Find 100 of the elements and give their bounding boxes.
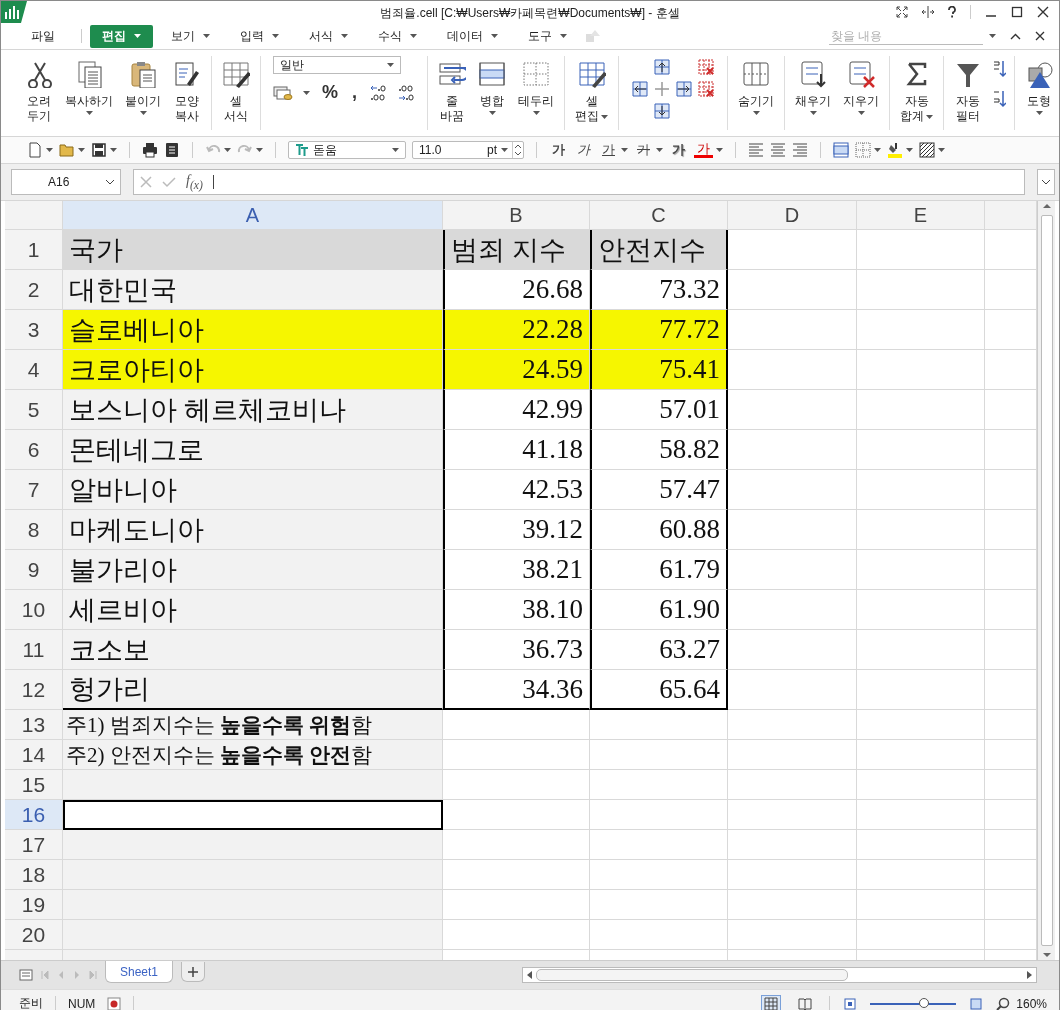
shape-button[interactable]: 도형	[1019, 56, 1060, 130]
table-cell[interactable]	[857, 890, 985, 920]
align-right-icon[interactable]	[792, 142, 808, 158]
fill-color-icon[interactable]	[887, 142, 903, 158]
caret-icon[interactable]	[938, 148, 945, 152]
cell-format-button[interactable]: 셀 서식	[216, 56, 256, 130]
table-cell[interactable]	[857, 740, 985, 770]
new-file-icon[interactable]	[27, 142, 43, 158]
expand-button[interactable]	[1037, 169, 1055, 195]
row-header[interactable]: 14	[5, 740, 63, 770]
table-cell[interactable]	[63, 860, 443, 890]
row-header[interactable]: 10	[5, 590, 63, 630]
caret-icon[interactable]	[303, 90, 310, 95]
last-sheet-icon[interactable]	[89, 971, 97, 979]
table-cell[interactable]	[728, 770, 857, 800]
table-cell[interactable]: 41.18	[443, 430, 590, 470]
table-cell[interactable]: 안전지수	[590, 230, 728, 270]
table-cell[interactable]: 크로아티아	[63, 350, 443, 390]
slider-thumb[interactable]	[918, 997, 929, 1008]
row-header[interactable]: 8	[5, 510, 63, 550]
font-color-button[interactable]: 가	[694, 142, 713, 158]
border-button[interactable]: 테두리	[512, 56, 561, 130]
table-cell[interactable]	[728, 860, 857, 890]
row-header[interactable]: 16	[5, 800, 63, 830]
align-center-icon[interactable]	[770, 142, 786, 158]
row-header[interactable]: 1	[5, 230, 63, 270]
menu-item[interactable]: 파일	[19, 24, 67, 48]
table-cell[interactable]	[728, 890, 857, 920]
table-cell[interactable]: 알바니아	[63, 470, 443, 510]
active-cell[interactable]	[63, 800, 443, 830]
table-cell[interactable]	[728, 310, 857, 350]
horizontal-scrollbar[interactable]	[522, 967, 1037, 983]
delete-column-icon[interactable]	[698, 81, 715, 97]
format-painter-button[interactable]: 모양 복사	[167, 56, 207, 130]
table-cell[interactable]	[728, 470, 857, 510]
table-cell[interactable]	[857, 710, 985, 740]
caret-icon[interactable]	[874, 148, 881, 152]
caret-icon[interactable]	[656, 148, 663, 152]
table-cell[interactable]	[728, 350, 857, 390]
confirm-icon[interactable]	[162, 176, 176, 188]
prev-sheet-icon[interactable]	[57, 971, 65, 979]
caret-icon[interactable]	[110, 148, 117, 152]
insert-column-left-icon[interactable]	[632, 81, 649, 97]
caret-icon[interactable]	[906, 148, 913, 152]
table-cell[interactable]: 38.21	[443, 550, 590, 590]
shadow-button[interactable]: 가	[669, 141, 688, 159]
table-cell[interactable]: 슬로베니아	[63, 310, 443, 350]
table-cell[interactable]	[443, 710, 590, 740]
row-header[interactable]: 20	[5, 920, 63, 950]
insert-column-right-icon[interactable]	[676, 81, 693, 97]
sort-descending-icon[interactable]	[992, 90, 1007, 108]
currency-icon[interactable]	[273, 84, 293, 101]
column-header[interactable]: C	[590, 201, 728, 230]
table-cell[interactable]	[728, 670, 857, 710]
menu-item[interactable]: 편집	[90, 24, 153, 48]
first-sheet-icon[interactable]	[41, 971, 49, 979]
table-cell[interactable]: 헝가리	[63, 670, 443, 710]
vertical-scrollbar[interactable]	[1037, 201, 1055, 960]
table-cell[interactable]	[728, 830, 857, 860]
column-header[interactable]: B	[443, 201, 590, 230]
table-cell[interactable]	[443, 890, 590, 920]
cell-reference-box[interactable]: A16	[11, 169, 121, 195]
bold-button[interactable]: 가	[549, 141, 568, 159]
record-macro-icon[interactable]	[107, 996, 122, 1010]
sheet-tab[interactable]: Sheet1	[105, 961, 174, 983]
scissors-button[interactable]: 오려 두기	[19, 56, 59, 130]
table-cell[interactable]	[857, 830, 985, 860]
table-cell[interactable]	[728, 920, 857, 950]
table-cell[interactable]	[857, 430, 985, 470]
scrollbar-thumb[interactable]	[536, 969, 848, 981]
insert-row-above-icon[interactable]	[654, 59, 671, 75]
table-cell[interactable]	[590, 830, 728, 860]
resize-icon[interactable]	[922, 6, 934, 18]
spin-down-icon[interactable]	[515, 152, 521, 156]
merge-center-icon[interactable]	[833, 142, 849, 158]
table-cell[interactable]: 코소보	[63, 630, 443, 670]
table-cell[interactable]	[590, 770, 728, 800]
menu-item[interactable]: 보기	[159, 24, 222, 48]
delete-row-icon[interactable]	[698, 59, 715, 75]
table-cell[interactable]	[443, 920, 590, 950]
table-cell[interactable]	[728, 230, 857, 270]
table-cell[interactable]: 57.01	[590, 390, 728, 430]
table-cell[interactable]	[857, 350, 985, 390]
table-cell[interactable]	[857, 770, 985, 800]
scroll-left-icon[interactable]	[526, 971, 532, 979]
print-icon[interactable]	[142, 142, 158, 158]
number-style-button[interactable]: %	[320, 82, 340, 103]
insert-function-button[interactable]: f$_{(x)}$	[186, 172, 203, 192]
add-sheet-button[interactable]	[181, 962, 206, 982]
row-header[interactable]: 15	[5, 770, 63, 800]
table-cell[interactable]	[728, 550, 857, 590]
row-header[interactable]: 17	[5, 830, 63, 860]
table-cell[interactable]	[857, 470, 985, 510]
caret-icon[interactable]	[716, 148, 723, 152]
table-cell[interactable]: 주2) 안전지수는 높을수록 안전함	[63, 740, 443, 770]
row-header[interactable]: 4	[5, 350, 63, 390]
caret-icon[interactable]	[78, 148, 85, 152]
table-cell[interactable]	[728, 630, 857, 670]
table-cell[interactable]	[728, 390, 857, 430]
font-size-field[interactable]: 11.0 pt	[412, 141, 524, 159]
